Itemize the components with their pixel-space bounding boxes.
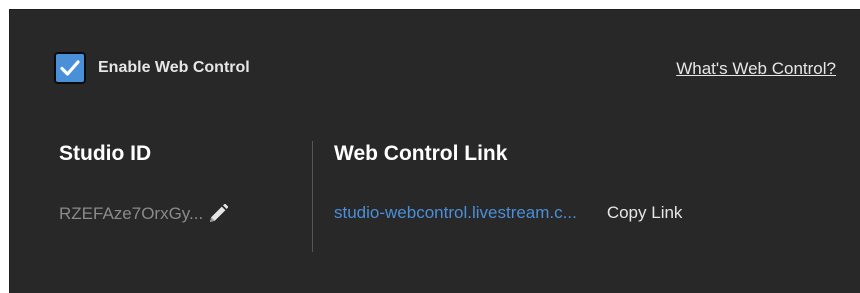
enable-web-control-row: Enable Web Control: [54, 52, 250, 84]
web-control-panel: Enable Web Control What's Web Control? S…: [9, 9, 860, 293]
web-control-link-row: studio-webcontrol.livestream.c... Copy L…: [334, 203, 682, 223]
copy-link-button[interactable]: Copy Link: [607, 203, 683, 223]
studio-id-value-row: RZEFAze7OrxGy...: [59, 203, 229, 225]
enable-web-control-checkbox[interactable]: [54, 52, 86, 84]
enable-web-control-label[interactable]: Enable Web Control: [98, 59, 250, 77]
column-divider: [312, 141, 313, 252]
whats-web-control-link[interactable]: What's Web Control?: [676, 59, 836, 79]
studio-id-title: Studio ID: [59, 142, 152, 165]
studio-id-section: Studio ID RZEFAze7OrxGy...: [59, 142, 229, 225]
web-control-link-url[interactable]: studio-webcontrol.livestream.c...: [334, 203, 577, 223]
pencil-icon: [210, 203, 229, 222]
web-control-link-section: Web Control Link studio-webcontrol.lives…: [334, 142, 682, 223]
web-control-link-title: Web Control Link: [334, 142, 508, 165]
edit-studio-id-button[interactable]: [207, 203, 229, 225]
checkmark-icon: [60, 60, 80, 76]
studio-id-value: RZEFAze7OrxGy...: [59, 204, 204, 223]
